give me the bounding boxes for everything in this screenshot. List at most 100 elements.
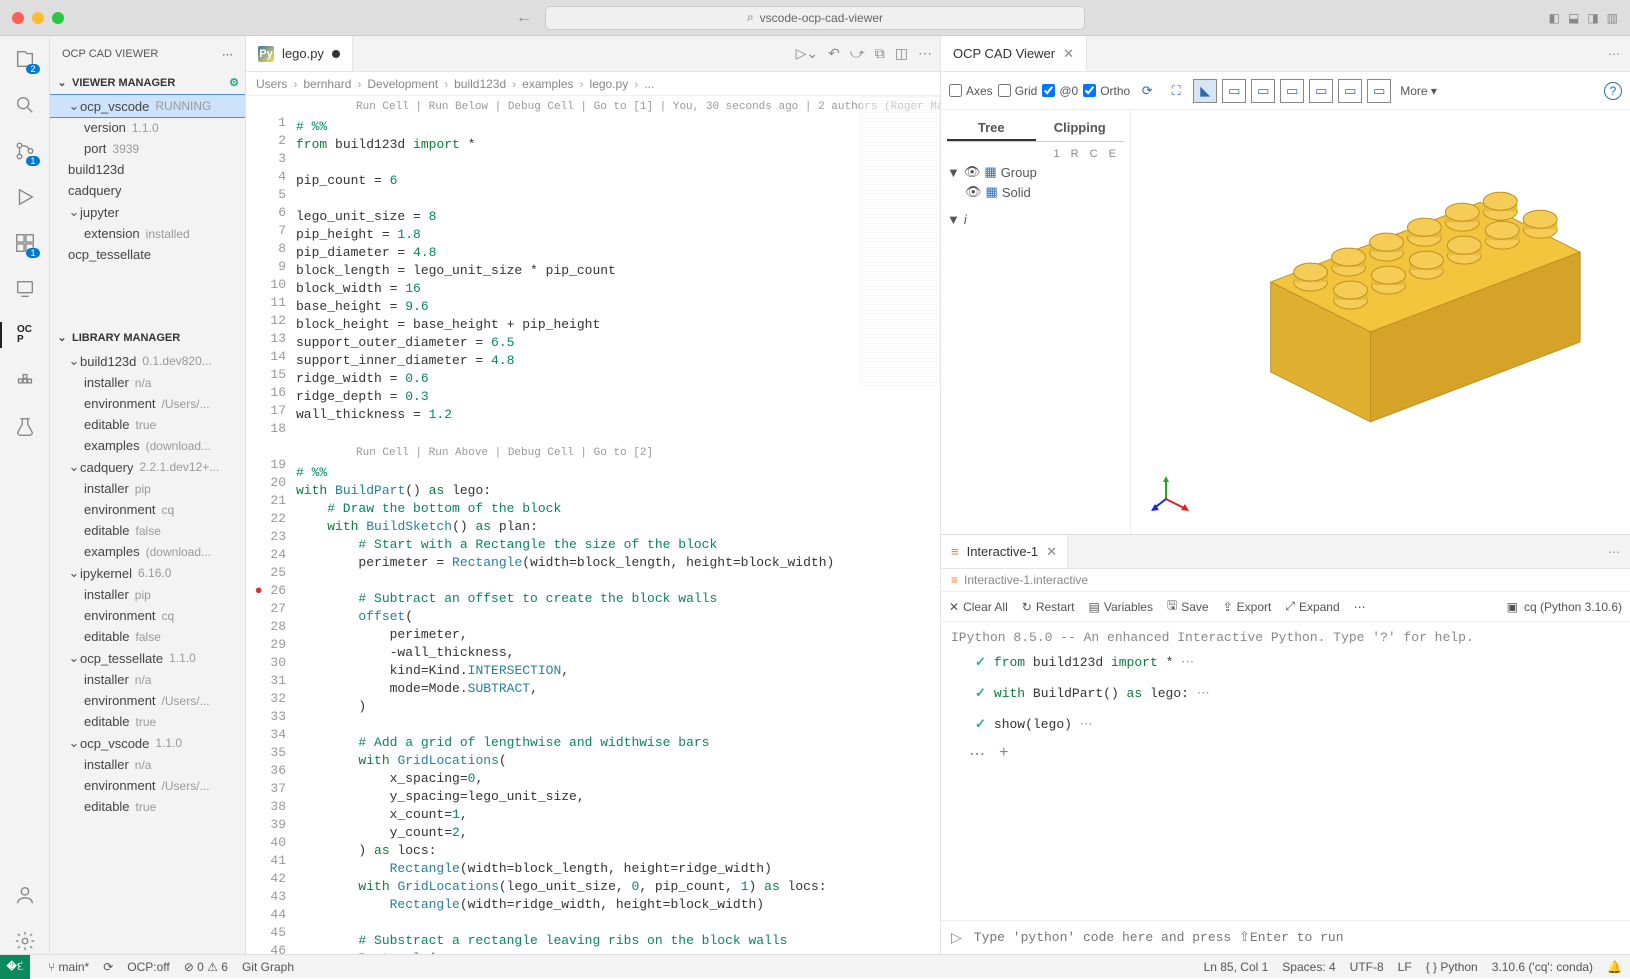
sync-button[interactable]: ⟳ bbox=[103, 960, 113, 974]
tree-row-solid[interactable]: 👁▦Solid bbox=[947, 182, 1124, 202]
indentation[interactable]: Spaces: 4 bbox=[1282, 960, 1335, 974]
tree-item-cadquery[interactable]: cadquery bbox=[50, 180, 245, 201]
close-icon[interactable]: ✕ bbox=[1046, 544, 1057, 560]
eol[interactable]: LF bbox=[1398, 960, 1412, 974]
minimap[interactable] bbox=[860, 96, 940, 386]
tree-item[interactable]: environmentcq bbox=[50, 605, 245, 626]
tab-interactive[interactable]: ≡ Interactive-1 ✕ bbox=[941, 535, 1068, 568]
tree-item[interactable]: examples(download... bbox=[50, 435, 245, 456]
more-icon[interactable]: ⋯ bbox=[1354, 600, 1366, 614]
tree-item[interactable]: installerpip bbox=[50, 478, 245, 499]
ortho-checkbox[interactable]: Ortho bbox=[1083, 84, 1130, 98]
tree-item[interactable]: extensioninstalled bbox=[50, 223, 245, 244]
more-icon[interactable]: ⋯ bbox=[918, 45, 932, 62]
undo-icon[interactable]: ↶ bbox=[828, 45, 840, 62]
breadcrumb-item[interactable]: bernhard bbox=[303, 77, 351, 91]
command-center[interactable]: ⌕ vscode-ocp-cad-viewer bbox=[545, 6, 1085, 30]
ocp-icon[interactable]: OCP bbox=[12, 322, 38, 348]
settings-icon[interactable] bbox=[12, 928, 38, 954]
code-input[interactable] bbox=[974, 930, 1620, 945]
save-button[interactable]: 🖫 Save bbox=[1167, 596, 1209, 617]
interactive-cell[interactable]: ✓with BuildPart() as lego: ⋯ bbox=[951, 678, 1620, 709]
tree-item[interactable]: editabletrue bbox=[50, 414, 245, 435]
tree-item[interactable]: ⌄ocp_tessellate1.1.0 bbox=[50, 647, 245, 669]
tree-item[interactable]: port3939 bbox=[50, 138, 245, 159]
tree-item[interactable]: editablefalse bbox=[50, 626, 245, 647]
tree-item[interactable]: installern/a bbox=[50, 669, 245, 690]
docker-icon[interactable] bbox=[12, 368, 38, 394]
tab-ocp-cad[interactable]: OCP CAD Viewer ✕ bbox=[941, 36, 1087, 71]
more-icon[interactable]: ⋯ bbox=[1598, 535, 1630, 568]
tree-item[interactable]: installern/a bbox=[50, 754, 245, 775]
close-window[interactable] bbox=[12, 12, 24, 24]
breadcrumb-item[interactable]: ... bbox=[644, 77, 654, 91]
right-view-icon[interactable]: ▭ bbox=[1367, 79, 1391, 103]
branch-button[interactable]: ⑂ main* bbox=[48, 960, 89, 974]
interactive-cell[interactable]: ✓show(lego) ⋯ bbox=[951, 709, 1620, 740]
viewer-manager-head[interactable]: ⌄VIEWER MANAGER ⚙ bbox=[50, 72, 245, 93]
interactive-output[interactable]: IPython 8.5.0 -- An enhanced Interactive… bbox=[941, 622, 1630, 920]
collapse-icon[interactable]: ⋯ bbox=[951, 744, 987, 764]
layout-panel-icon[interactable]: ⬓ bbox=[1568, 11, 1579, 25]
interactive-cell[interactable]: ✓from build123d import * ⋯ bbox=[951, 647, 1620, 678]
front-view-icon[interactable]: ▭ bbox=[1222, 79, 1246, 103]
tree-tab[interactable]: Tree bbox=[947, 116, 1036, 141]
bottom-view-icon[interactable]: ▭ bbox=[1309, 79, 1333, 103]
iso-view-icon[interactable]: ◣ bbox=[1193, 79, 1217, 103]
tree-item[interactable]: editablefalse bbox=[50, 520, 245, 541]
back-view-icon[interactable]: ▭ bbox=[1251, 79, 1275, 103]
export-button[interactable]: ⇪ Export bbox=[1223, 600, 1272, 614]
python-env[interactable]: 3.10.6 ('cq': conda) bbox=[1492, 960, 1593, 974]
tree-item[interactable]: ⌄ocp_vscode1.1.0 bbox=[50, 732, 245, 754]
nav-back[interactable]: ← bbox=[516, 9, 532, 27]
extensions-icon[interactable]: 1 bbox=[12, 230, 38, 256]
tree-item[interactable]: ⌄build123d0.1.dev820... bbox=[50, 350, 245, 372]
tree-item[interactable]: environment/Users/... bbox=[50, 393, 245, 414]
at0-checkbox[interactable]: @0 bbox=[1042, 84, 1078, 98]
testing-icon[interactable] bbox=[12, 414, 38, 440]
variables-button[interactable]: ▤ Variables bbox=[1089, 600, 1153, 614]
ocp-status[interactable]: OCP:off bbox=[127, 960, 169, 974]
tree-item[interactable]: editabletrue bbox=[50, 711, 245, 732]
remote-button[interactable]: �દ bbox=[0, 955, 30, 979]
notifications-icon[interactable]: 🔔 bbox=[1607, 960, 1622, 974]
expand-button[interactable]: ⤢ Expand bbox=[1285, 599, 1339, 614]
more-dropdown[interactable]: More ▾ bbox=[1400, 84, 1437, 98]
clear-all-button[interactable]: ✕ Clear All bbox=[949, 600, 1008, 614]
tab-lego-py[interactable]: Py lego.py bbox=[246, 36, 353, 71]
library-manager-head[interactable]: ⌄LIBRARY MANAGER bbox=[50, 327, 245, 348]
tree-item[interactable]: installerpip bbox=[50, 584, 245, 605]
split-icon[interactable]: ◫ bbox=[895, 45, 908, 62]
breadcrumb-item[interactable]: examples bbox=[522, 77, 573, 91]
breadcrumb-item[interactable]: Development bbox=[367, 77, 438, 91]
more-icon[interactable]: ⋯ bbox=[222, 48, 233, 61]
interactive-breadcrumb[interactable]: ≡ Interactive-1.interactive bbox=[941, 569, 1630, 592]
breadcrumb-item[interactable]: Users bbox=[256, 77, 287, 91]
tree-item-jupyter[interactable]: ⌄jupyter bbox=[50, 201, 245, 223]
tree-item[interactable]: examples(download... bbox=[50, 541, 245, 562]
tree-item[interactable]: environmentcq bbox=[50, 499, 245, 520]
restart-button[interactable]: ↻ Restart bbox=[1022, 600, 1075, 614]
language-mode[interactable]: { } Python bbox=[1426, 960, 1478, 974]
encoding[interactable]: UTF-8 bbox=[1350, 960, 1384, 974]
reset-view-icon[interactable]: ⟳ bbox=[1135, 79, 1159, 103]
remote-icon[interactable] bbox=[12, 276, 38, 302]
minimize-window[interactable] bbox=[32, 12, 44, 24]
gitgraph-button[interactable]: Git Graph bbox=[242, 960, 294, 974]
breadcrumb-item[interactable]: lego.py bbox=[590, 77, 629, 91]
layout-secondary-icon[interactable]: ◨ bbox=[1587, 11, 1598, 25]
cursor-position[interactable]: Ln 85, Col 1 bbox=[1204, 960, 1269, 974]
tree-row-group[interactable]: ▼👁▦Group bbox=[947, 162, 1124, 182]
kernel-picker[interactable]: ▣ cq (Python 3.10.6) bbox=[1507, 600, 1622, 614]
step-icon[interactable]: ⤻ bbox=[850, 45, 865, 62]
gear-icon[interactable]: ⚙ bbox=[229, 76, 239, 89]
close-icon[interactable]: ✕ bbox=[1063, 46, 1074, 62]
problems-button[interactable]: ⊘ 0 ⚠ 6 bbox=[184, 960, 228, 974]
axes-checkbox[interactable]: Axes bbox=[949, 84, 993, 98]
layout-custom-icon[interactable]: ▥ bbox=[1607, 11, 1618, 25]
breadcrumbs[interactable]: Users›bernhard›Development›build123d›exa… bbox=[246, 72, 940, 96]
tree-item-build123d[interactable]: build123d bbox=[50, 159, 245, 180]
tree-item[interactable]: environment/Users/... bbox=[50, 690, 245, 711]
tree-item[interactable]: ⌄cadquery2.2.1.dev12+... bbox=[50, 456, 245, 478]
explorer-icon[interactable]: 2 bbox=[12, 46, 38, 72]
